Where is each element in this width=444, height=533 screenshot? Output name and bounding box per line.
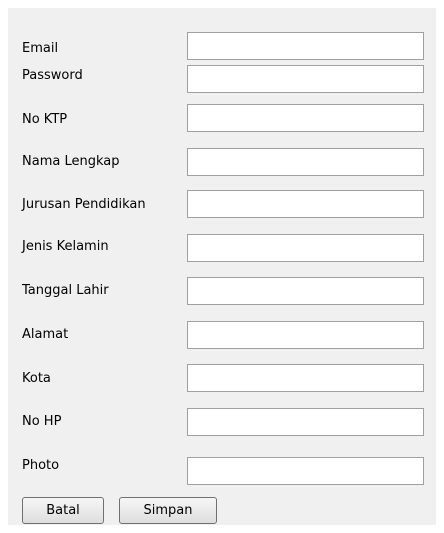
alamat-field[interactable]: [187, 321, 424, 349]
alamat-label: Alamat: [22, 327, 69, 342]
no-hp-field[interactable]: [187, 408, 424, 436]
nama-lengkap-field[interactable]: [187, 148, 424, 176]
no-ktp-label: No KTP: [22, 112, 68, 127]
photo-label: Photo: [22, 458, 60, 473]
photo-field[interactable]: [187, 457, 424, 485]
jurusan-pendidikan-field[interactable]: [187, 190, 424, 218]
kota-label: Kota: [22, 371, 51, 386]
password-label: Password: [22, 68, 83, 83]
jenis-kelamin-field[interactable]: [187, 234, 424, 262]
jenis-kelamin-label: Jenis Kelamin: [22, 239, 109, 254]
save-button[interactable]: Simpan: [119, 497, 217, 524]
no-hp-label: No HP: [22, 414, 62, 429]
registration-form-panel: Email Password No KTP Nama Lengkap Jurus…: [8, 8, 436, 525]
kota-field[interactable]: [187, 364, 424, 392]
tanggal-lahir-label: Tanggal Lahir: [22, 283, 109, 298]
no-ktp-field[interactable]: [187, 104, 424, 132]
cancel-button[interactable]: Batal: [22, 497, 104, 524]
password-field[interactable]: [187, 65, 424, 93]
nama-lengkap-label: Nama Lengkap: [22, 154, 120, 169]
email-label: Email: [22, 41, 59, 56]
tanggal-lahir-field[interactable]: [187, 277, 424, 305]
jurusan-pendidikan-label: Jurusan Pendidikan: [22, 197, 146, 212]
email-field[interactable]: [187, 32, 424, 60]
